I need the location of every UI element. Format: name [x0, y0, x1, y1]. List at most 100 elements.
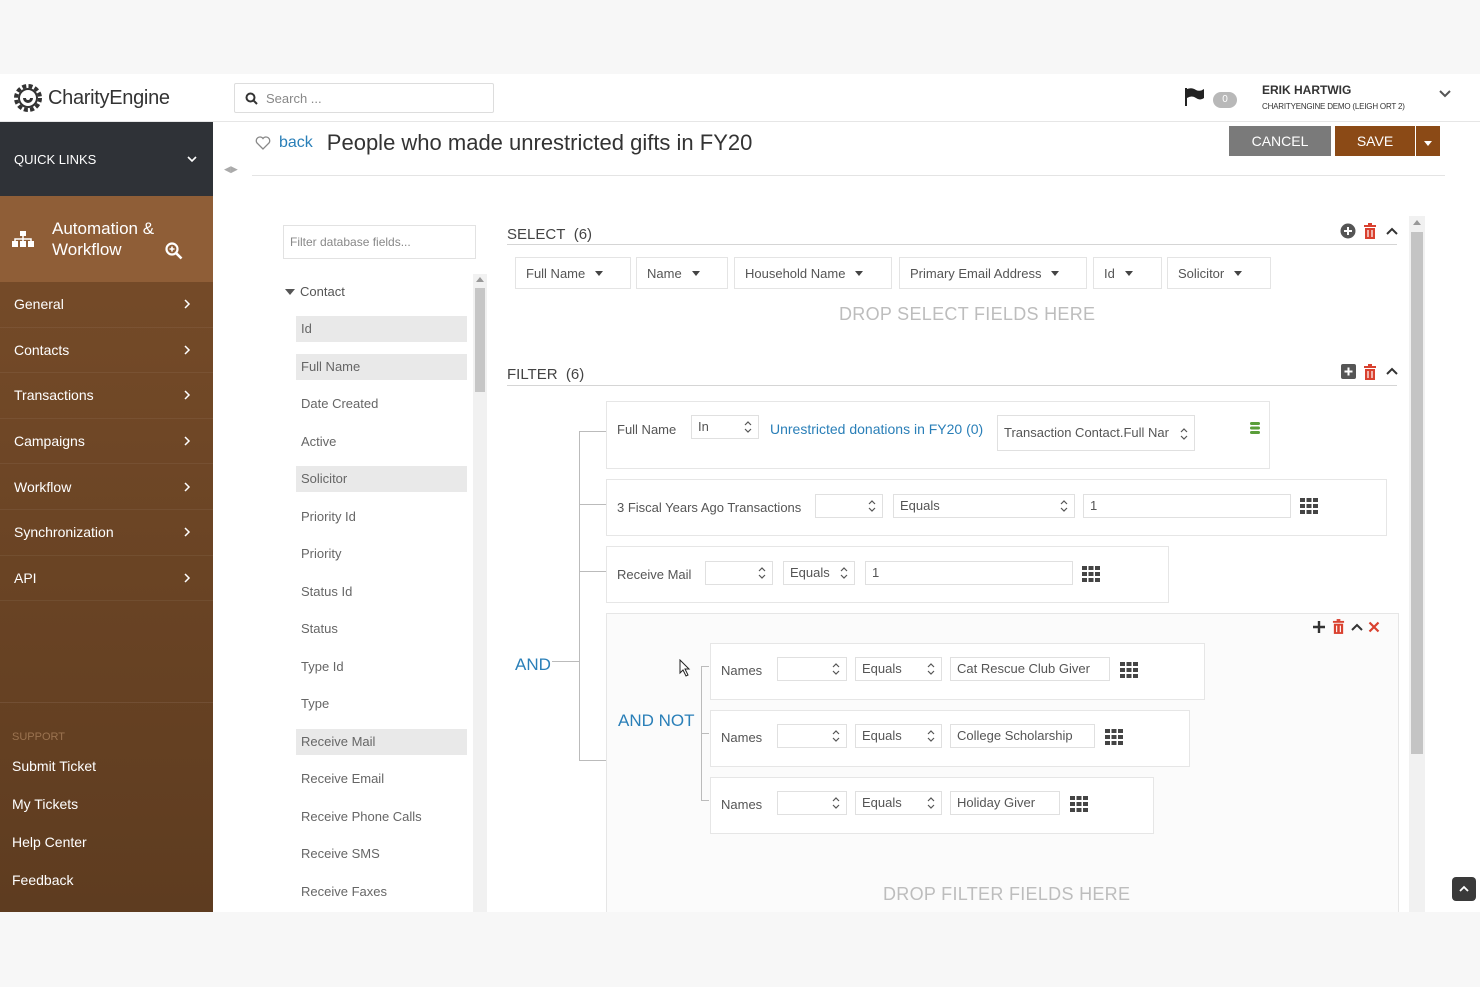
save-options-button[interactable] — [1416, 126, 1440, 156]
scroll-thumb[interactable] — [475, 288, 485, 392]
value-input[interactable]: Cat Rescue Club Giver — [950, 657, 1110, 681]
aggregate-select[interactable] — [815, 494, 883, 518]
search-box[interactable] — [234, 83, 494, 113]
value-input[interactable]: College Scholarship — [950, 724, 1095, 748]
operator-select[interactable]: Equals — [783, 561, 855, 585]
close-icon[interactable] — [1368, 621, 1380, 633]
filter-fields-input[interactable] — [283, 225, 476, 259]
scroll-to-top-button[interactable] — [1452, 877, 1476, 901]
grid-icon[interactable] — [1120, 662, 1138, 678]
drop-filter-zone[interactable]: DROP FILTER FIELDS HERE — [883, 884, 1130, 905]
value-input[interactable]: 1 — [1083, 494, 1291, 518]
value-input[interactable]: Holiday Giver — [950, 791, 1060, 815]
search-input[interactable] — [266, 90, 466, 106]
cancel-button[interactable]: CANCEL — [1229, 126, 1331, 156]
field-list-scrollbar[interactable] — [473, 274, 487, 912]
field-item[interactable]: Priority — [296, 541, 467, 567]
field-item[interactable]: Receive Phone Calls — [296, 804, 467, 830]
field-item[interactable]: Date Created — [296, 391, 467, 417]
zoom-search-icon[interactable] — [165, 242, 183, 260]
heart-icon[interactable] — [255, 136, 271, 150]
sidebar-nav-item[interactable]: Transactions — [0, 373, 213, 419]
field-item[interactable]: Receive Faxes — [296, 879, 467, 905]
select-field-chip[interactable]: Id — [1093, 257, 1162, 289]
updown-icon — [927, 730, 935, 742]
value-input[interactable]: 1 — [865, 561, 1073, 585]
field-item[interactable]: Full Name — [296, 353, 467, 380]
sidebar-nav-item[interactable]: Contacts — [0, 328, 213, 374]
aggregate-select[interactable] — [777, 724, 847, 748]
chevron-up-icon[interactable] — [1385, 366, 1399, 376]
main-scrollbar[interactable] — [1409, 216, 1425, 912]
select-field-chip[interactable]: Household Name — [734, 257, 892, 289]
operator-select[interactable]: Equals — [855, 791, 942, 815]
support-link[interactable]: My Tickets — [0, 789, 213, 827]
database-icon[interactable] — [1250, 422, 1260, 434]
chevron-up-icon[interactable] — [1350, 622, 1364, 632]
select-field-chip[interactable]: Name — [636, 257, 728, 289]
chevron-down-icon[interactable] — [1438, 89, 1452, 99]
select-field-chip[interactable]: Primary Email Address — [899, 257, 1087, 289]
add-square-icon[interactable] — [1341, 364, 1356, 379]
add-circle-icon[interactable] — [1340, 223, 1356, 239]
field-item[interactable]: Status Id — [296, 579, 467, 605]
and-operator-label[interactable]: AND — [515, 655, 551, 675]
aggregate-select[interactable] — [777, 791, 847, 815]
operator-select[interactable]: Equals — [855, 657, 942, 681]
support-link[interactable]: Help Center — [0, 827, 213, 865]
sidebar-nav-item[interactable]: Workflow — [0, 464, 213, 510]
sidebar-nav-item[interactable]: Synchronization — [0, 510, 213, 556]
support-link[interactable]: Feedback — [0, 865, 213, 903]
quick-links[interactable]: QUICK LINKS — [0, 122, 213, 196]
scroll-thumb[interactable] — [1411, 232, 1423, 754]
field-item[interactable]: Receive SMS — [296, 841, 467, 867]
trash-icon[interactable] — [1332, 619, 1345, 634]
field-item[interactable]: Receive Mail — [296, 728, 467, 755]
trash-icon[interactable] — [1363, 223, 1377, 239]
back-link[interactable]: back — [279, 134, 313, 152]
sidebar-item-automation[interactable]: Automation & Workflow — [0, 196, 213, 282]
match-field-select[interactable]: Transaction Contact.Full Nar — [997, 415, 1195, 451]
support-link[interactable]: Submit Ticket — [0, 751, 213, 789]
sidebar-nav-label: General — [14, 296, 64, 313]
aggregate-select[interactable] — [777, 657, 847, 681]
save-button[interactable]: SAVE — [1335, 126, 1415, 156]
sidebar-nav-item[interactable]: API — [0, 556, 213, 602]
panel-resize-handle[interactable]: ◀▶ — [224, 164, 238, 175]
select-field-chip[interactable]: Full Name — [515, 257, 631, 289]
trash-icon[interactable] — [1363, 364, 1377, 380]
contact-group-toggle[interactable]: Contact — [285, 284, 345, 299]
logo[interactable]: CharityEngine — [12, 82, 170, 114]
field-item[interactable]: Active — [296, 429, 467, 455]
operator-select[interactable]: Equals — [855, 724, 942, 748]
caret-down-icon — [595, 270, 604, 276]
select-heading: SELECT (6) — [507, 226, 592, 243]
operator-select[interactable]: Equals — [893, 494, 1075, 518]
field-item[interactable]: Solicitor — [296, 466, 467, 492]
flag-icon[interactable] — [1184, 88, 1206, 106]
grid-icon[interactable] — [1082, 566, 1100, 582]
chevron-up-icon[interactable] — [1385, 226, 1399, 236]
gear-logo-icon — [14, 84, 42, 112]
sidebar-nav-item[interactable]: General — [0, 282, 213, 328]
grid-icon[interactable] — [1070, 796, 1088, 812]
operator-select[interactable]: In — [691, 415, 759, 439]
field-item[interactable]: Priority Id — [296, 504, 467, 530]
grid-icon[interactable] — [1300, 498, 1318, 514]
aggregate-select[interactable] — [705, 561, 773, 585]
field-item[interactable]: Type Id — [296, 654, 467, 680]
arrow-up-icon — [1413, 220, 1421, 225]
plus-icon[interactable] — [1312, 620, 1326, 634]
and-not-operator-label[interactable]: AND NOT — [618, 711, 695, 731]
field-item[interactable]: Id — [296, 316, 467, 342]
field-item[interactable]: Type — [296, 691, 467, 717]
select-field-chip[interactable]: Solicitor — [1167, 257, 1271, 289]
drop-select-zone[interactable]: DROP SELECT FIELDS HERE — [839, 304, 1095, 325]
user-name[interactable]: ERIK HARTWIG — [1262, 83, 1351, 97]
saved-query-link[interactable]: Unrestricted donations in FY20 (0) — [770, 421, 983, 437]
notification-badge[interactable]: 0 — [1213, 92, 1237, 108]
field-item[interactable]: Status — [296, 616, 467, 642]
sidebar-nav-item[interactable]: Campaigns — [0, 419, 213, 465]
grid-icon[interactable] — [1105, 729, 1123, 745]
field-item[interactable]: Receive Email — [296, 766, 467, 792]
